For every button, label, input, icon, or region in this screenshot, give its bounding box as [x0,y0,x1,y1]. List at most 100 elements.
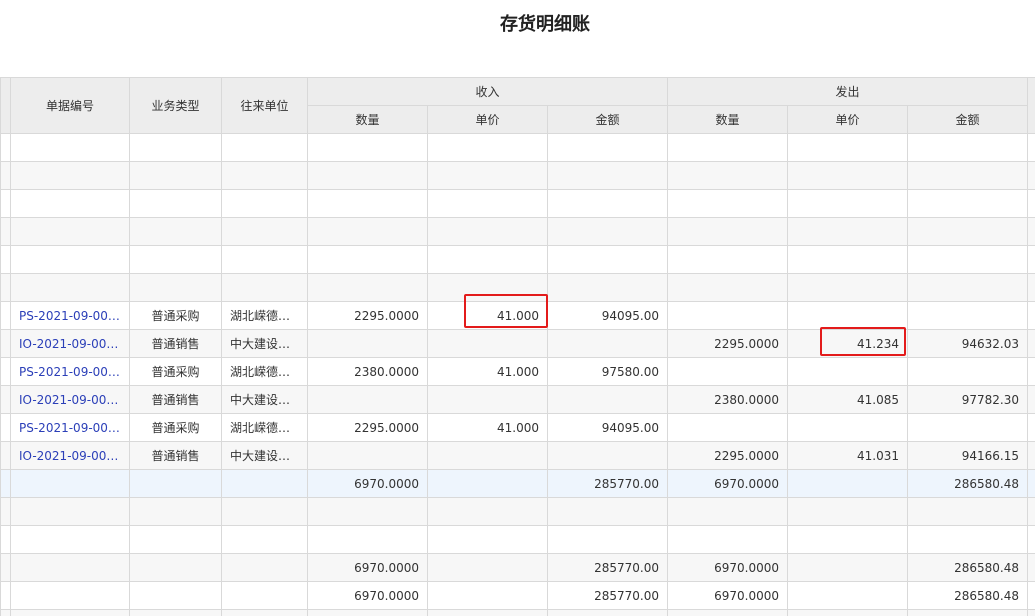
cell-overflow [1027,385,1035,414]
cell-gutter [0,161,11,190]
cell-overflow [1027,133,1035,162]
cell-outgo-qty [667,413,788,442]
cell-income-amount [547,609,668,616]
cell-partner [221,581,308,610]
cell-gutter [0,469,11,498]
cell-biz-type [129,217,222,246]
cell-outgo-qty: 6970.0000 [667,553,788,582]
header-cell-overflow [1027,77,1035,134]
cell-partner [221,469,308,498]
table-row[interactable]: PS-2021-09-0043 普通采购 湖北嵘德… 2295.0000 41.000 9… [0,413,1035,442]
cell-outgo-qty [667,273,788,302]
header-partner[interactable]: 往来单位 [221,77,308,134]
cell-overflow [1027,413,1035,442]
cell-outgo-amount [907,217,1028,246]
cell-outgo-price [787,133,908,162]
cell-biz-type [129,469,222,498]
cell-outgo-price [787,413,908,442]
table-row[interactable] [0,133,1035,162]
cell-doc-no[interactable]: PS-2021-09-0027 [10,301,130,330]
cell-outgo-amount [907,609,1028,616]
table-row[interactable]: 6970.0000 285770.00 6970.0000 286580.48 [0,553,1035,582]
cell-gutter [0,553,11,582]
cell-income-price [427,133,548,162]
cell-income-amount: 285770.00 [547,581,668,610]
cell-partner [221,189,308,218]
cell-biz-type [129,245,222,274]
cell-gutter [0,413,11,442]
cell-doc-no[interactable]: PS-2021-09-0043 [10,413,130,442]
cell-income-qty [307,217,428,246]
cell-outgo-price: 41.031 [787,441,908,470]
cell-outgo-qty: 6970.0000 [667,469,788,498]
cell-outgo-amount [907,161,1028,190]
cell-overflow [1027,161,1035,190]
cell-income-qty: 2380.0000 [307,357,428,386]
cell-income-qty: 2295.0000 [307,301,428,330]
table-row[interactable] [0,525,1035,554]
header-outgo-amount[interactable]: 金额 [907,105,1028,134]
cell-outgo-price [787,497,908,526]
table-row[interactable]: IO-2021-09-0061 普通销售 中大建设… 2295.0000 41.031 9… [0,441,1035,470]
cell-income-qty [307,245,428,274]
table-row[interactable]: IO-2021-09-0039 普通销售 中大建设… 2295.0000 41.234 9… [0,329,1035,358]
cell-income-qty: 6970.0000 [307,581,428,610]
cell-outgo-amount: 94632.03 [907,329,1028,358]
cell-doc-no [10,553,130,582]
cell-doc-no [10,245,130,274]
cell-income-price: 41.000 [427,301,548,330]
table-row[interactable] [0,245,1035,274]
cell-outgo-amount: 94166.15 [907,441,1028,470]
cell-partner: 中大建设… [221,329,308,358]
table-row[interactable]: 6970.0000 285770.00 6970.0000 286580.48 [0,469,1035,498]
cell-income-amount [547,217,668,246]
cell-overflow [1027,245,1035,274]
table-row[interactable] [0,273,1035,302]
cell-income-amount [547,497,668,526]
cell-overflow [1027,189,1035,218]
cell-income-qty [307,525,428,554]
header-biz-type[interactable]: 业务类型 [129,77,222,134]
table-row[interactable] [0,161,1035,190]
cell-outgo-amount: 286580.48 [907,553,1028,582]
cell-doc-no[interactable]: IO-2021-09-0039 [10,329,130,358]
cell-partner [221,609,308,616]
table-row[interactable] [0,609,1035,616]
cell-gutter [0,301,11,330]
cell-income-price [427,273,548,302]
cell-doc-no[interactable]: PS-2021-09-0033 [10,357,130,386]
header-income-price[interactable]: 单价 [427,105,548,134]
inventory-ledger-table: 单据编号 业务类型 往来单位 收入 发出 数量 单价 金额 数量 单价 金额 P… [0,77,1035,616]
header-outgo-price[interactable]: 单价 [787,105,908,134]
header-doc-no[interactable]: 单据编号 [10,77,130,134]
table-row[interactable]: 6970.0000 285770.00 6970.0000 286580.48 [0,581,1035,610]
cell-outgo-price [787,609,908,616]
cell-doc-no [10,273,130,302]
cell-overflow [1027,553,1035,582]
cell-income-price [427,581,548,610]
cell-outgo-qty [667,161,788,190]
cell-gutter [0,441,11,470]
table-row[interactable] [0,497,1035,526]
table-row[interactable]: PS-2021-09-0027 普通采购 湖北嵘德… 2295.0000 41.000 9… [0,301,1035,330]
header-income-qty[interactable]: 数量 [307,105,428,134]
header-income-amount[interactable]: 金额 [547,105,668,134]
table-row[interactable] [0,217,1035,246]
cell-outgo-qty: 2380.0000 [667,385,788,414]
cell-outgo-qty: 2295.0000 [667,329,788,358]
cell-biz-type [129,525,222,554]
cell-doc-no[interactable]: IO-2021-09-0061 [10,441,130,470]
cell-income-price [427,525,548,554]
cell-outgo-qty [667,245,788,274]
cell-biz-type: 普通销售 [129,329,222,358]
cell-income-qty [307,133,428,162]
table-row[interactable]: IO-2021-09-0050 普通销售 中大建设… 2380.0000 41.085 9… [0,385,1035,414]
table-row[interactable]: PS-2021-09-0033 普通采购 湖北嵘德… 2380.0000 41.000 9… [0,357,1035,386]
cell-outgo-qty [667,217,788,246]
cell-overflow [1027,469,1035,498]
header-outgo-qty[interactable]: 数量 [667,105,788,134]
table-row[interactable] [0,189,1035,218]
cell-outgo-price [787,525,908,554]
header-income-group: 收入 [307,77,668,106]
cell-doc-no[interactable]: IO-2021-09-0050 [10,385,130,414]
